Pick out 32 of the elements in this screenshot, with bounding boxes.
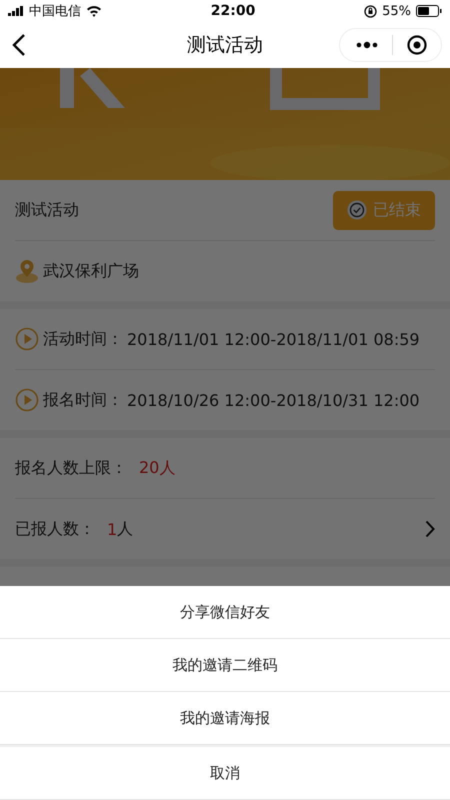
event-title: 测试活动 bbox=[15, 200, 79, 220]
time-value: 2018/10/26 12:00-2018/10/31 12:00 bbox=[127, 390, 420, 410]
count-label: 已报人数： bbox=[15, 518, 95, 540]
time-label: 报名时间： bbox=[43, 390, 123, 410]
sheet-option[interactable]: 我的邀请二维码 bbox=[0, 639, 450, 692]
more-icon[interactable] bbox=[356, 41, 378, 49]
close-icon[interactable] bbox=[407, 35, 427, 55]
count-value: 1 bbox=[107, 520, 118, 538]
sheet-option[interactable]: 我的邀请海报 bbox=[0, 692, 450, 745]
count-label: 报名人数上限： bbox=[15, 458, 127, 478]
location-pin-icon bbox=[15, 258, 39, 284]
back-icon[interactable] bbox=[12, 33, 26, 57]
time-value: 2018/11/01 12:00-2018/11/01 08:59 bbox=[127, 330, 420, 348]
carrier-name: 中国电信 bbox=[29, 3, 81, 20]
page-title: 测试活动 bbox=[187, 33, 263, 58]
wifi-icon bbox=[86, 5, 102, 17]
check-circle-icon bbox=[347, 200, 367, 220]
sheet-option[interactable]: 分享微信好友 bbox=[0, 586, 450, 639]
chevron-right-icon[interactable] bbox=[425, 520, 435, 538]
count-unit: 人 bbox=[117, 518, 134, 540]
time-label: 活动时间： bbox=[43, 328, 123, 350]
cancel-button[interactable]: 取消 bbox=[0, 747, 450, 800]
status-label: 已结束 bbox=[373, 200, 421, 220]
clock-time: 22:00 bbox=[210, 3, 256, 19]
battery-icon bbox=[416, 5, 442, 17]
play-circle-icon bbox=[15, 388, 39, 412]
count-value: 20人 bbox=[139, 458, 176, 478]
location-text: 武汉保利广场 bbox=[43, 260, 139, 282]
battery-percent: 55% bbox=[382, 4, 411, 18]
play-circle-icon bbox=[15, 327, 39, 351]
signal-icon bbox=[8, 6, 24, 16]
rotation-lock-icon bbox=[364, 4, 378, 18]
